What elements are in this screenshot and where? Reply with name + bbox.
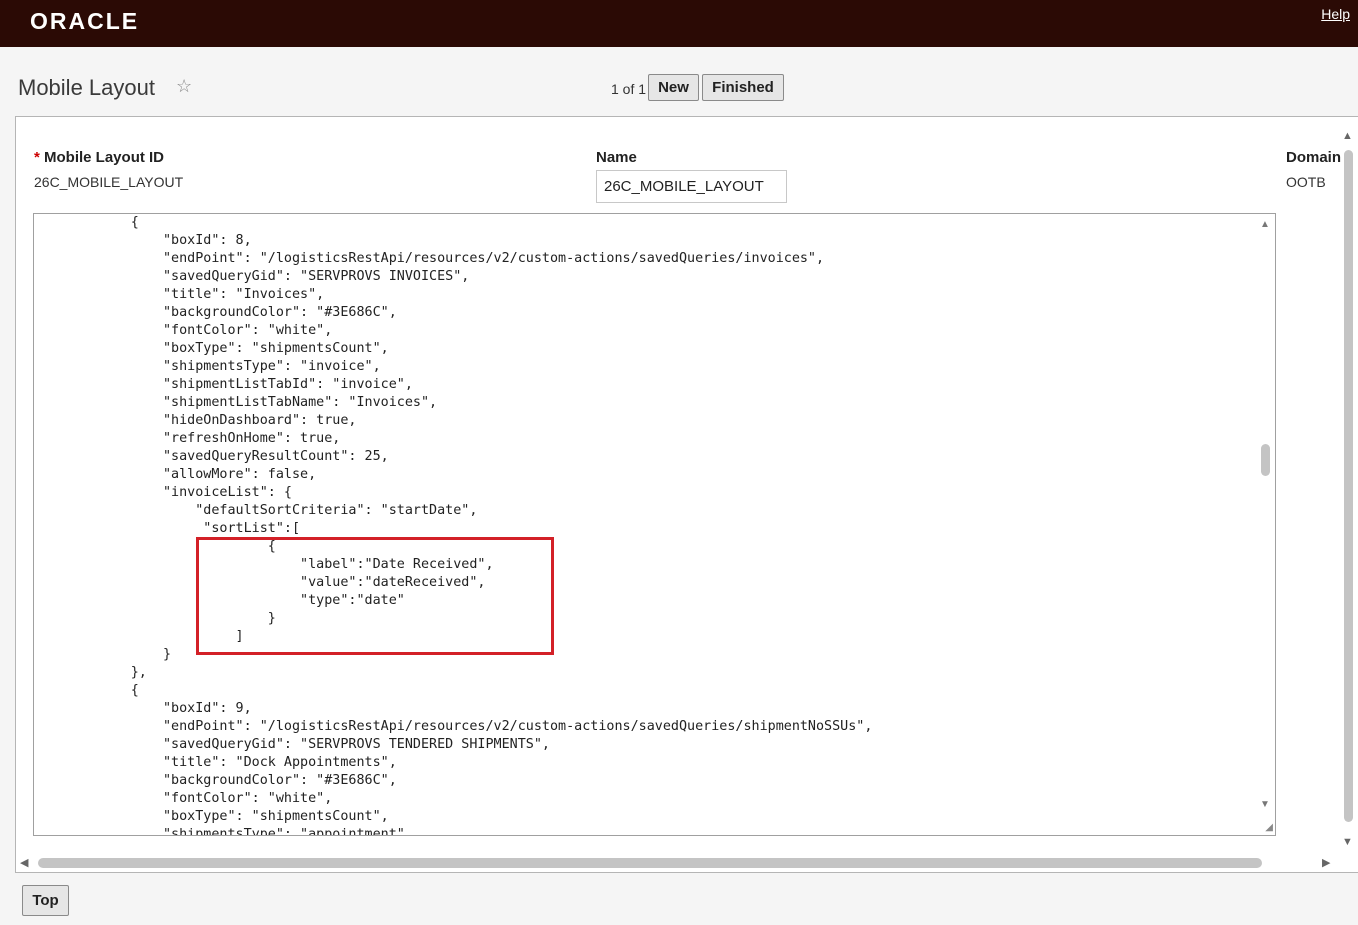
code-line: } <box>34 647 172 662</box>
textarea-vertical-scrollbar[interactable]: ▲ ▼ <box>1257 214 1275 835</box>
code-line: "fontColor": "white", <box>34 323 333 338</box>
horizontal-scrollbar[interactable]: ◀ ▶ <box>16 854 1340 872</box>
code-line: { <box>34 215 139 230</box>
mobile-layout-id-label: * Mobile Layout ID <box>34 149 164 166</box>
required-marker: * <box>34 149 40 166</box>
top-button[interactable]: Top <box>22 885 69 916</box>
code-line: "refreshOnHome": true, <box>34 431 341 446</box>
new-button[interactable]: New <box>648 74 699 101</box>
code-line: "savedQueryResultCount": 25, <box>34 449 389 464</box>
code-line: "title": "Dock Appointments", <box>34 755 397 770</box>
page-title: Mobile Layout <box>18 75 155 100</box>
code-line: "boxId": 9, <box>34 701 252 716</box>
name-input[interactable] <box>596 170 787 203</box>
code-line: }, <box>34 665 147 680</box>
json-textarea[interactable]: { "boxId": 8, "endPoint": "/logisticsRes… <box>33 213 1276 836</box>
scroll-up-icon[interactable]: ▲ <box>1342 130 1353 142</box>
mobile-layout-id-label-text: Mobile Layout ID <box>44 149 165 166</box>
code-line: "boxId": 8, <box>34 233 252 248</box>
code-line: "shipmentListTabName": "Invoices", <box>34 395 438 410</box>
resize-grip-icon[interactable]: ◢ <box>1265 822 1273 833</box>
highlight-box <box>196 537 554 655</box>
code-line: "endPoint": "/logisticsRestApi/resources… <box>34 719 873 734</box>
code-line: "invoiceList": { <box>34 485 292 500</box>
code-line: "endPoint": "/logisticsRestApi/resources… <box>34 251 825 266</box>
horizontal-scroll-thumb[interactable] <box>38 858 1262 868</box>
scroll-down-icon[interactable]: ▼ <box>1260 799 1270 810</box>
code-line: "fontColor": "white", <box>34 791 333 806</box>
scroll-down-icon[interactable]: ▼ <box>1342 836 1353 848</box>
help-link[interactable]: Help <box>1321 6 1350 22</box>
code-line: "shipmentsType": "invoice", <box>34 359 381 374</box>
scroll-right-icon[interactable]: ▶ <box>1322 856 1330 869</box>
code-line: "shipmentsType": "appointment", <box>34 827 413 836</box>
page-count: 1 of 1 <box>611 81 647 97</box>
code-line: "hideOnDashboard": true, <box>34 413 357 428</box>
code-line: "savedQueryGid": "SERVPROVS INVOICES", <box>34 269 470 284</box>
star-icon[interactable]: ☆ <box>176 76 192 97</box>
scroll-left-icon[interactable]: ◀ <box>20 856 28 869</box>
code-line: "title": "Invoices", <box>34 287 325 302</box>
name-label: Name <box>596 149 637 166</box>
mobile-layout-id-value: 26C_MOBILE_LAYOUT <box>34 174 184 190</box>
textarea-scroll-thumb[interactable] <box>1261 444 1270 476</box>
top-bar: ORACLE Help <box>0 0 1358 47</box>
code-line: "sortList":[ <box>34 521 301 536</box>
scroll-up-icon[interactable]: ▲ <box>1260 219 1270 230</box>
oracle-logo: ORACLE <box>30 8 140 34</box>
code-line: "allowMore": false, <box>34 467 317 482</box>
code-line: "savedQueryGid": "SERVPROVS TENDERED SHI… <box>34 737 550 752</box>
domain-label: Domain <box>1286 149 1342 166</box>
code-line: "boxType": "shipmentsCount", <box>34 809 389 824</box>
code-line: "shipmentListTabId": "invoice", <box>34 377 413 392</box>
code-line: "backgroundColor": "#3E686C", <box>34 773 397 788</box>
finished-button[interactable]: Finished <box>702 74 784 101</box>
page-scroll-thumb[interactable] <box>1344 150 1353 822</box>
code-line: "defaultSortCriteria": "startDate", <box>34 503 478 518</box>
code-line: { <box>34 683 139 698</box>
page-vertical-scrollbar[interactable]: ▲ ▼ <box>1340 128 1358 854</box>
domain-value: OOTB <box>1286 174 1326 190</box>
code-line: "backgroundColor": "#3E686C", <box>34 305 397 320</box>
code-line: "boxType": "shipmentsCount", <box>34 341 389 356</box>
